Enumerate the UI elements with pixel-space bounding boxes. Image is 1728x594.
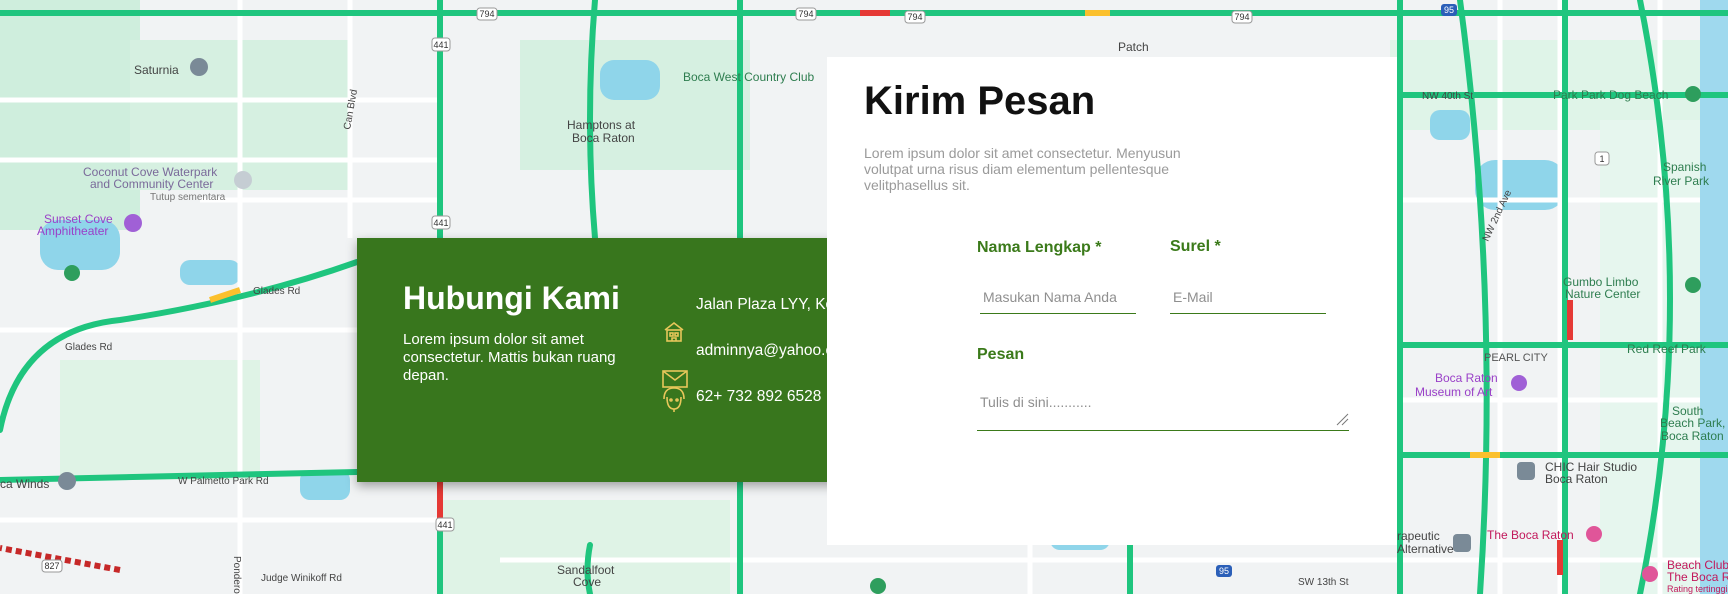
email-field-label: Surel * bbox=[1170, 238, 1221, 255]
map-label: Beach Park, bbox=[1660, 416, 1725, 430]
map-label: Boca Raton bbox=[1661, 429, 1724, 443]
svg-text:794: 794 bbox=[479, 9, 494, 19]
map-label: Museum of Art bbox=[1415, 385, 1493, 399]
svg-text:441: 441 bbox=[433, 218, 448, 228]
svg-text:794: 794 bbox=[1234, 12, 1249, 22]
map-label: Park Park Dog Beach bbox=[1553, 88, 1668, 102]
ocean bbox=[1700, 0, 1728, 594]
map-label: Ponderosa Dr bbox=[231, 556, 242, 594]
map-label: Boca West Country Club bbox=[683, 70, 814, 84]
poi-marker bbox=[1453, 534, 1471, 552]
poi-marker bbox=[1685, 277, 1701, 293]
map-label: Tutup sementara bbox=[150, 192, 226, 203]
message-field-label: Pesan bbox=[977, 346, 1025, 363]
map-label: ca Winds bbox=[0, 477, 49, 491]
map-label: Nature Center bbox=[1565, 287, 1640, 301]
svg-text:441: 441 bbox=[437, 520, 452, 530]
map-label: Amphitheater bbox=[37, 224, 108, 238]
message-textarea[interactable] bbox=[977, 390, 1349, 431]
map-label: The Boca R bbox=[1667, 570, 1728, 584]
map-label: Alternative bbox=[1397, 542, 1454, 556]
poi-marker bbox=[1586, 526, 1602, 542]
building-icon bbox=[662, 320, 686, 349]
map-label: SW 13th St bbox=[1298, 577, 1349, 588]
contact-description: Lorem ipsum dolor sit amet consectetur. … bbox=[403, 331, 616, 384]
message-form-card: Kirim Pesan Lorem ipsum dolor sit amet c… bbox=[827, 57, 1397, 545]
map-label: Boca Raton bbox=[1545, 472, 1608, 486]
map-label: Saturnia bbox=[134, 63, 179, 77]
map-label: Boca Raton bbox=[1435, 371, 1498, 385]
map-label: NW 40th St bbox=[1422, 91, 1473, 102]
lake bbox=[1430, 110, 1470, 140]
lake bbox=[180, 260, 240, 285]
poi-marker bbox=[64, 265, 80, 281]
park-area bbox=[0, 0, 140, 230]
poi-marker bbox=[1517, 462, 1535, 480]
svg-text:1: 1 bbox=[1599, 154, 1604, 164]
poi-marker bbox=[870, 578, 886, 594]
contact-title: Hubungi Kami bbox=[403, 280, 620, 316]
map-label: rapeutic bbox=[1397, 529, 1440, 543]
poi-marker bbox=[124, 214, 142, 232]
park-area bbox=[60, 360, 260, 480]
poi-marker bbox=[1685, 86, 1701, 102]
map-label: Spanish bbox=[1663, 160, 1706, 174]
map-label: River Park bbox=[1653, 174, 1710, 188]
svg-text:827: 827 bbox=[44, 561, 59, 571]
email-field[interactable] bbox=[1170, 289, 1326, 314]
map-label: Cove bbox=[573, 575, 601, 589]
poi-marker bbox=[234, 171, 252, 189]
lake bbox=[600, 60, 660, 100]
map-label: The Boca Raton bbox=[1487, 528, 1574, 542]
contact-phone[interactable]: 62+ 732 892 6528 bbox=[696, 388, 821, 406]
map-label: Boca Raton bbox=[572, 131, 635, 145]
map-label: Hamptons at bbox=[567, 118, 636, 132]
poi-marker bbox=[190, 58, 208, 76]
map-label: Rating tertinggi bbox=[1667, 584, 1728, 594]
map-label: W Palmetto Park Rd bbox=[178, 476, 269, 487]
form-title: Kirim Pesan bbox=[864, 79, 1096, 123]
map-label: and Community Center bbox=[90, 177, 213, 191]
svg-text:794: 794 bbox=[798, 9, 813, 19]
map-label: Judge Winikoff Rd bbox=[261, 573, 342, 584]
poi-marker bbox=[1642, 566, 1658, 582]
phone-support-icon bbox=[661, 385, 687, 418]
svg-text:95: 95 bbox=[1444, 5, 1454, 15]
svg-text:95: 95 bbox=[1219, 566, 1229, 576]
name-field-label: Nama Lengkap * bbox=[977, 239, 1102, 256]
map-label: Glades Rd bbox=[65, 342, 112, 353]
resize-handle-icon[interactable] bbox=[1335, 412, 1349, 431]
park-area bbox=[520, 40, 750, 170]
svg-text:441: 441 bbox=[433, 40, 448, 50]
svg-text:794: 794 bbox=[907, 12, 922, 22]
map-label: Patch bbox=[1118, 40, 1149, 54]
map-label: PEARL CITY bbox=[1484, 352, 1548, 364]
poi-marker bbox=[1511, 375, 1527, 391]
poi-marker bbox=[58, 472, 76, 490]
name-field[interactable] bbox=[980, 289, 1136, 314]
map-label: Glades Rd bbox=[253, 286, 300, 297]
map-label: Red Reef Park bbox=[1627, 342, 1707, 356]
form-description: Lorem ipsum dolor sit amet consectetur. … bbox=[864, 145, 1181, 193]
